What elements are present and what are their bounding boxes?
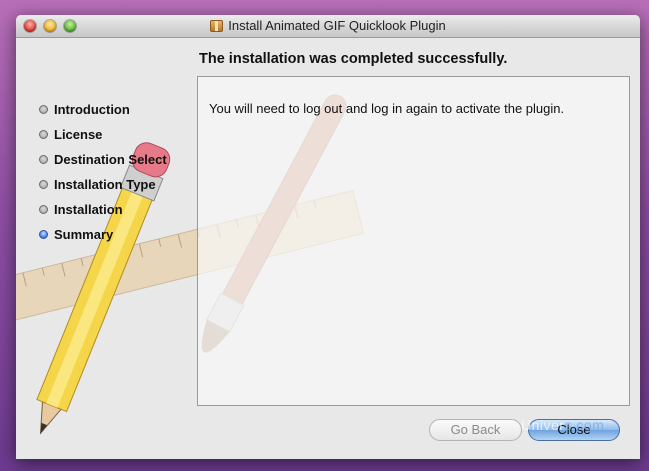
step-bullet-icon bbox=[39, 180, 48, 189]
watermark: Univers.com bbox=[521, 417, 604, 433]
step-bullet-icon bbox=[39, 155, 48, 164]
window-title: Install Animated GIF Quicklook Plugin bbox=[16, 18, 640, 33]
step-bullet-icon bbox=[39, 130, 48, 139]
summary-content-panel: You will need to log out and log in agai… bbox=[197, 76, 630, 406]
step-bullet-icon bbox=[39, 105, 48, 114]
window-title-text: Install Animated GIF Quicklook Plugin bbox=[228, 18, 446, 33]
package-icon bbox=[210, 20, 224, 32]
step-summary: Summary bbox=[39, 222, 167, 247]
step-label: Summary bbox=[54, 226, 114, 242]
step-introduction: Introduction bbox=[39, 97, 167, 122]
watermark-left: Univer bbox=[521, 417, 565, 433]
step-label: Installation Type bbox=[54, 176, 156, 192]
step-bullet-icon bbox=[39, 205, 48, 214]
watermark-right: s.com bbox=[564, 417, 605, 433]
step-label: Introduction bbox=[54, 101, 130, 117]
go-back-button[interactable]: Go Back bbox=[429, 419, 522, 441]
current-step-bullet-icon bbox=[39, 230, 48, 239]
step-destination-select: Destination Select bbox=[39, 147, 167, 172]
installer-window: Install Animated GIF Quicklook Plugin Th… bbox=[16, 15, 640, 459]
step-label: Installation bbox=[54, 201, 123, 217]
step-installation-type: Installation Type bbox=[39, 172, 167, 197]
title-bar[interactable]: Install Animated GIF Quicklook Plugin bbox=[16, 15, 640, 38]
step-label: Destination Select bbox=[54, 151, 167, 167]
summary-message: You will need to log out and log in agai… bbox=[209, 101, 565, 116]
step-installation: Installation bbox=[39, 197, 167, 222]
step-label: License bbox=[54, 126, 103, 142]
step-license: License bbox=[39, 122, 167, 147]
installer-steps-list: Introduction License Destination Select … bbox=[39, 97, 167, 247]
page-title: The installation was completed successfu… bbox=[199, 51, 508, 67]
